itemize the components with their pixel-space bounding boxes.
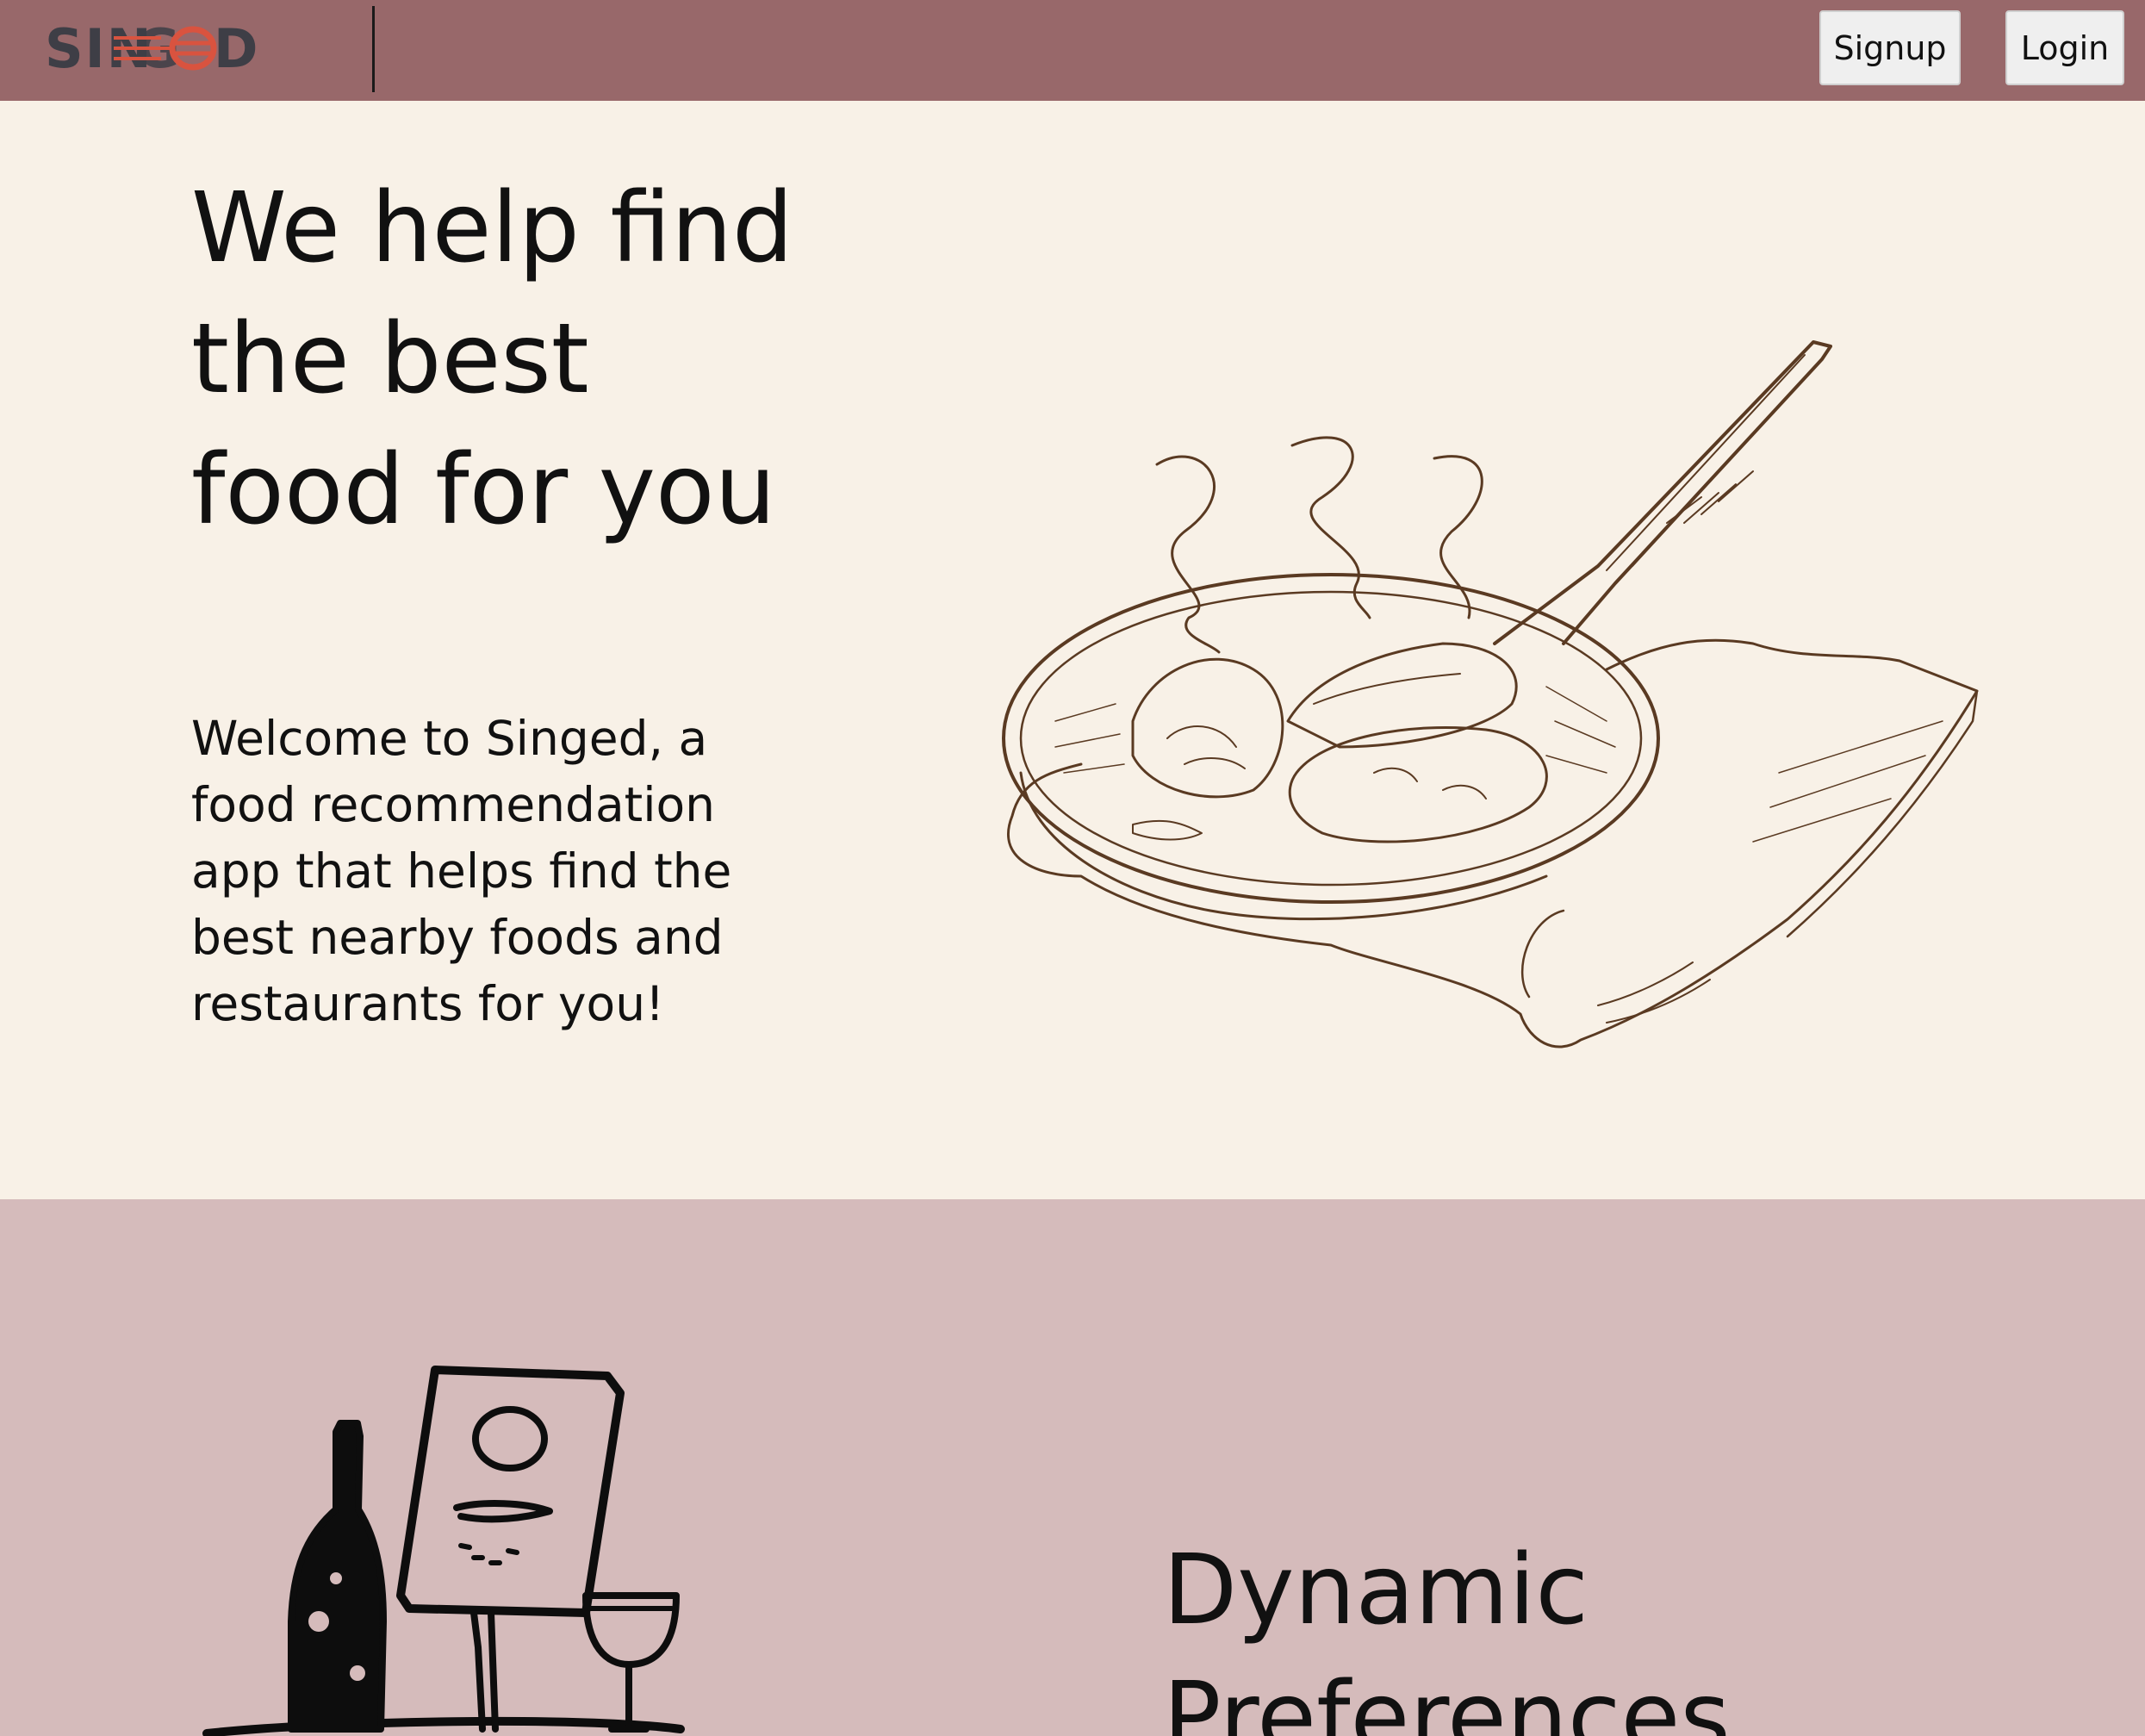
signup-button[interactable]: Signup (1819, 10, 1961, 85)
menu-wine-illustration (202, 1366, 685, 1736)
navbar: SIN D G Signup Login (0, 0, 2145, 101)
login-button[interactable]: Login (2005, 10, 2124, 85)
svg-text:D: D (214, 19, 258, 78)
features-section: Dynamic Preferences (0, 1199, 2145, 1736)
hero-title: We help find the best food for you (191, 172, 794, 546)
singed-logo-icon[interactable]: SIN D G (45, 19, 295, 78)
hero-section: We help find the best food for you Welco… (0, 101, 2145, 1199)
feature-title: Dynamic Preferences (1163, 1534, 1731, 1736)
frying-pan-illustration (1002, 340, 1979, 1048)
hero-description: Welcome to Singed, a food recommendation… (191, 711, 732, 1031)
nav-divider (372, 6, 375, 92)
